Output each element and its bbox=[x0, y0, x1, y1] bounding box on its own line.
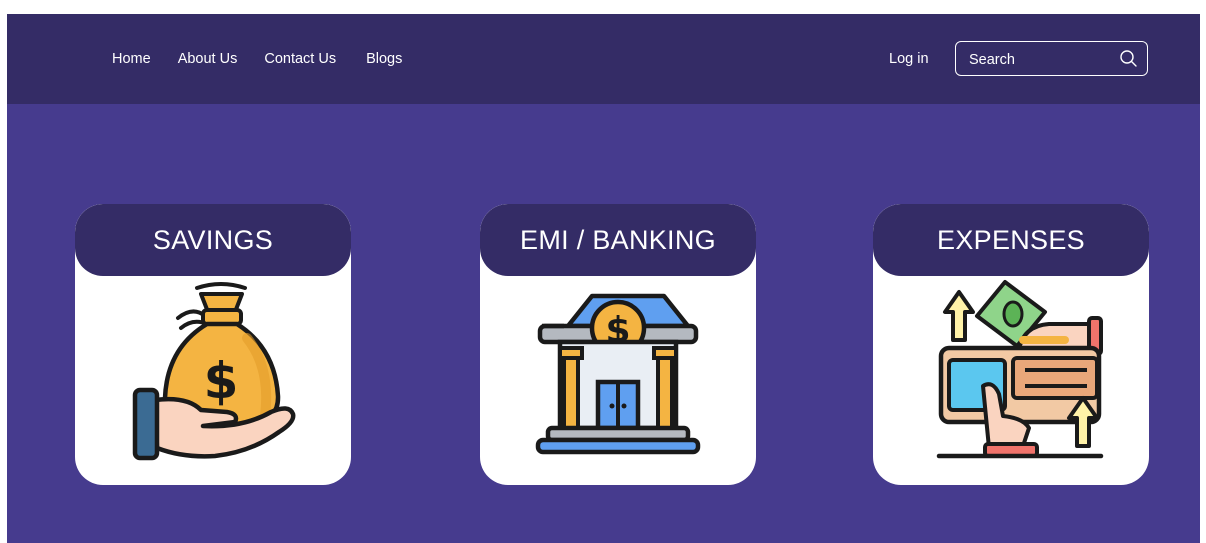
page-frame: Home About Us Contact Us Blogs Log in SA… bbox=[7, 14, 1200, 543]
search-input[interactable] bbox=[967, 50, 1111, 70]
nav-link-home[interactable]: Home bbox=[112, 51, 151, 67]
svg-text:$: $ bbox=[204, 352, 239, 410]
nav-link-blogs[interactable]: Blogs bbox=[366, 51, 402, 67]
card-header: SAVINGS bbox=[75, 204, 351, 276]
nav-link-about-us[interactable]: About Us bbox=[178, 51, 238, 67]
card-expenses[interactable]: EXPENSES bbox=[873, 204, 1149, 485]
login-link[interactable]: Log in bbox=[889, 51, 929, 67]
card-emi-banking[interactable]: EMI / BANKING $ bbox=[480, 204, 756, 485]
card-savings[interactable]: SAVINGS $ bbox=[75, 204, 351, 485]
card-title-savings: SAVINGS bbox=[152, 224, 274, 255]
card-header: EXPENSES bbox=[873, 204, 1149, 276]
wallet-expenses-icon bbox=[873, 276, 1149, 485]
money-bag-in-hand-icon: $ bbox=[75, 276, 351, 485]
card-title-expenses: EXPENSES bbox=[937, 224, 1085, 255]
bank-building-icon: $ bbox=[480, 276, 756, 485]
card-title-emi-banking: EMI / BANKING bbox=[520, 224, 716, 255]
nav-link-contact-us[interactable]: Contact Us bbox=[264, 51, 336, 67]
card-header: EMI / BANKING bbox=[480, 204, 756, 276]
search-box[interactable] bbox=[955, 41, 1148, 76]
top-navbar: Home About Us Contact Us Blogs Log in bbox=[7, 14, 1200, 104]
search-icon[interactable] bbox=[1119, 49, 1138, 68]
nav-links: Home About Us Contact Us Blogs bbox=[112, 51, 429, 67]
